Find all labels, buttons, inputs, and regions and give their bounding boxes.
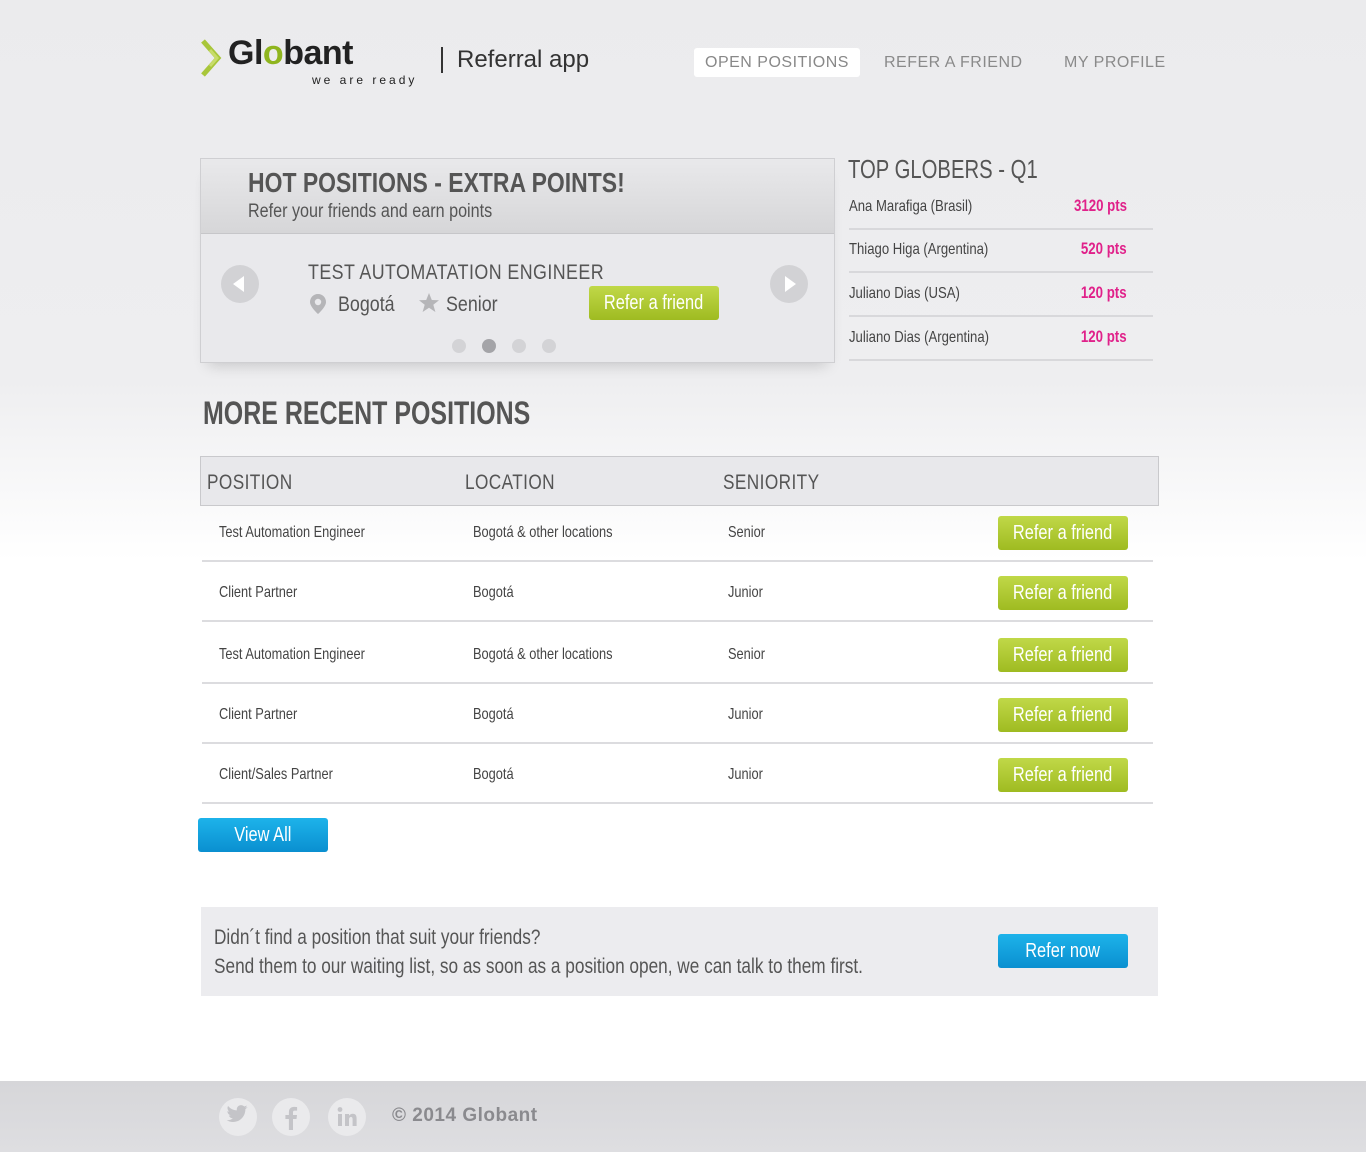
nav-open-positions[interactable]: OPEN POSITIONS [694,48,860,77]
cell-position: Test Automation Engineer [219,646,365,663]
hot-job-title: TEST AUTOMATATION ENGINEER [308,261,605,284]
refer-now-button[interactable]: Refer now [998,934,1128,968]
top-glober-row: Thiago Higa (Argentina) 520 pts [849,229,1153,273]
top-glober-row: Juliano Dias (USA) 120 pts [849,273,1153,317]
carousel-dot-1[interactable] [452,339,466,353]
nav-my-profile[interactable]: MY PROFILE [1064,48,1166,77]
table-row: Test Automation Engineer Bogotá & other … [202,502,1153,562]
logo-tagline: we are ready [312,73,418,87]
arrow-right-icon [785,276,796,292]
twitter-link[interactable] [219,1098,257,1136]
globant-logo[interactable]: Globant we are ready [200,34,440,90]
carousel-dot-4[interactable] [542,339,556,353]
copyright-text: © 2014 Globant [392,1105,538,1126]
cell-location: Bogotá [473,766,514,783]
footer: © 2014 Globant [0,1081,1366,1152]
column-header-seniority: SENIORITY [723,471,820,494]
carousel-dot-2[interactable] [482,339,496,353]
table-row: Client Partner Bogotá Junior Refer a fri… [202,684,1153,744]
twitter-icon [226,1105,248,1123]
nav-refer-a-friend[interactable]: REFER A FRIEND [884,48,1023,77]
facebook-icon [285,1106,298,1130]
linkedin-link[interactable] [328,1098,366,1136]
refer-a-friend-button[interactable]: Refer a friend [998,638,1128,672]
app-title: Referral app [457,46,590,73]
top-glober-row: Ana Marafiga (Brasil) 3120 pts [849,186,1153,230]
cell-seniority: Junior [728,766,763,783]
refer-a-friend-button[interactable]: Refer a friend [998,516,1128,550]
column-header-location: LOCATION [465,471,556,494]
hot-job-seniority: Senior [446,293,498,316]
hot-positions-header: HOT POSITIONS - EXTRA POINTS! Refer your… [201,159,834,234]
glober-points: 120 pts [1081,327,1127,346]
cell-seniority: Junior [728,584,763,601]
cell-seniority: Senior [728,524,765,541]
positions-table-header: POSITION LOCATION SENIORITY [200,456,1159,506]
title-divider [441,47,443,73]
cell-location: Bogotá & other locations [473,524,613,541]
location-pin-icon [310,294,326,314]
cell-location: Bogotá [473,584,514,601]
logo-wordmark: Globant [228,34,353,72]
carousel-dot-3[interactable] [512,339,526,353]
table-row: Test Automation Engineer Bogotá & other … [202,622,1153,684]
cell-position: Client Partner [219,584,298,601]
refer-a-friend-button[interactable]: Refer a friend [998,758,1128,792]
column-header-position: POSITION [207,471,293,494]
refer-a-friend-button[interactable]: Refer a friend [998,576,1128,610]
top-globers-title: TOP GLOBERS - Q1 [848,154,1038,184]
cell-seniority: Junior [728,706,763,723]
globant-chevron-icon [201,39,222,77]
hot-job-location: Bogotá [338,293,395,316]
waiting-list-question: Didn´t find a position that suit your fr… [214,926,541,949]
cell-position: Test Automation Engineer [219,524,365,541]
glober-points: 3120 pts [1073,196,1127,215]
hot-refer-button[interactable]: Refer a friend [589,286,719,320]
cell-position: Client Partner [219,706,298,723]
star-icon [419,293,439,312]
cell-position: Client/Sales Partner [219,766,333,783]
glober-name: Juliano Dias (Argentina) [849,329,990,346]
cell-location: Bogotá [473,706,514,723]
hot-positions-title: HOT POSITIONS - EXTRA POINTS! [248,167,625,198]
glober-name: Ana Marafiga (Brasil) [849,198,973,215]
glober-name: Juliano Dias (USA) [849,285,960,302]
top-glober-row: Juliano Dias (Argentina) 120 pts [849,317,1153,361]
recent-positions-title: MORE RECENT POSITIONS [203,395,531,431]
refer-a-friend-button[interactable]: Refer a friend [998,698,1128,732]
glober-points: 120 pts [1081,283,1127,302]
waiting-list-description: Send them to our waiting list, so as soo… [214,955,863,978]
glober-name: Thiago Higa (Argentina) [849,241,989,258]
carousel-next-button[interactable] [770,265,808,303]
linkedin-icon [337,1107,357,1126]
table-row: Client/Sales Partner Bogotá Junior Refer… [202,744,1153,804]
hot-positions-panel: HOT POSITIONS - EXTRA POINTS! Refer your… [200,158,835,363]
cell-seniority: Senior [728,646,765,663]
carousel-prev-button[interactable] [221,265,259,303]
waiting-list-box: Didn´t find a position that suit your fr… [201,907,1158,996]
hot-positions-subtitle: Refer your friends and earn points [248,201,493,222]
view-all-button[interactable]: View All [198,818,328,852]
cell-location: Bogotá & other locations [473,646,613,663]
glober-points: 520 pts [1081,239,1127,258]
arrow-left-icon [233,276,244,292]
table-row: Client Partner Bogotá Junior Refer a fri… [202,562,1153,622]
facebook-link[interactable] [272,1098,310,1136]
